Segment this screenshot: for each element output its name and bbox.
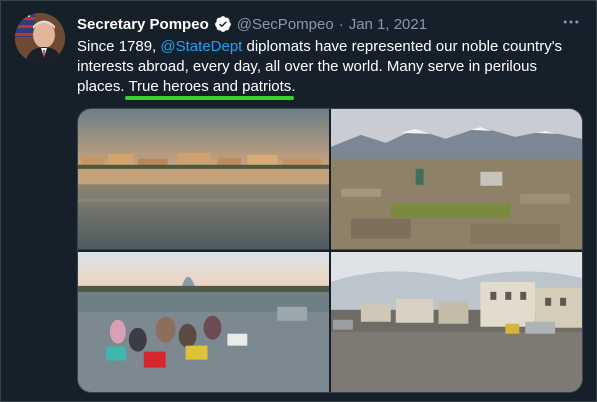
river-people-photo	[78, 251, 329, 392]
author-handle[interactable]: @SecPompeo	[237, 16, 334, 33]
author-name[interactable]: Secretary Pompeo	[77, 16, 209, 33]
highlighted-phrase: True heroes and patriots	[125, 78, 295, 100]
highlighted-phrase-text: True heroes and patriots	[128, 78, 292, 95]
media-photo-2[interactable]	[331, 109, 582, 250]
media-grid	[77, 108, 583, 393]
media-photo-1[interactable]	[78, 109, 329, 250]
river-dusk-photo	[78, 109, 329, 250]
green-underline-mark	[125, 96, 295, 100]
tweet-text-end: .	[291, 78, 296, 95]
avatar[interactable]	[15, 13, 65, 63]
more-options-icon[interactable]	[558, 11, 584, 33]
tweet-header: Secretary Pompeo @SecPompeo · Jan 1, 202…	[77, 13, 427, 35]
tweet[interactable]: Secretary Pompeo @SecPompeo · Jan 1, 202…	[0, 0, 597, 402]
tweet-text: Since 1789, @StateDept diplomats have re…	[77, 37, 582, 100]
mention-link[interactable]: @StateDept	[160, 38, 242, 55]
verified-badge-icon	[214, 15, 232, 33]
street-photo	[331, 251, 582, 392]
media-photo-4[interactable]	[331, 251, 582, 392]
tweet-date[interactable]: Jan 1, 2021	[349, 16, 427, 33]
header-separator: ·	[338, 15, 344, 33]
tweet-text-part1: Since 1789,	[77, 38, 161, 55]
mountain-city-photo	[331, 109, 582, 250]
avatar-image	[15, 13, 65, 63]
media-photo-3[interactable]	[78, 251, 329, 392]
